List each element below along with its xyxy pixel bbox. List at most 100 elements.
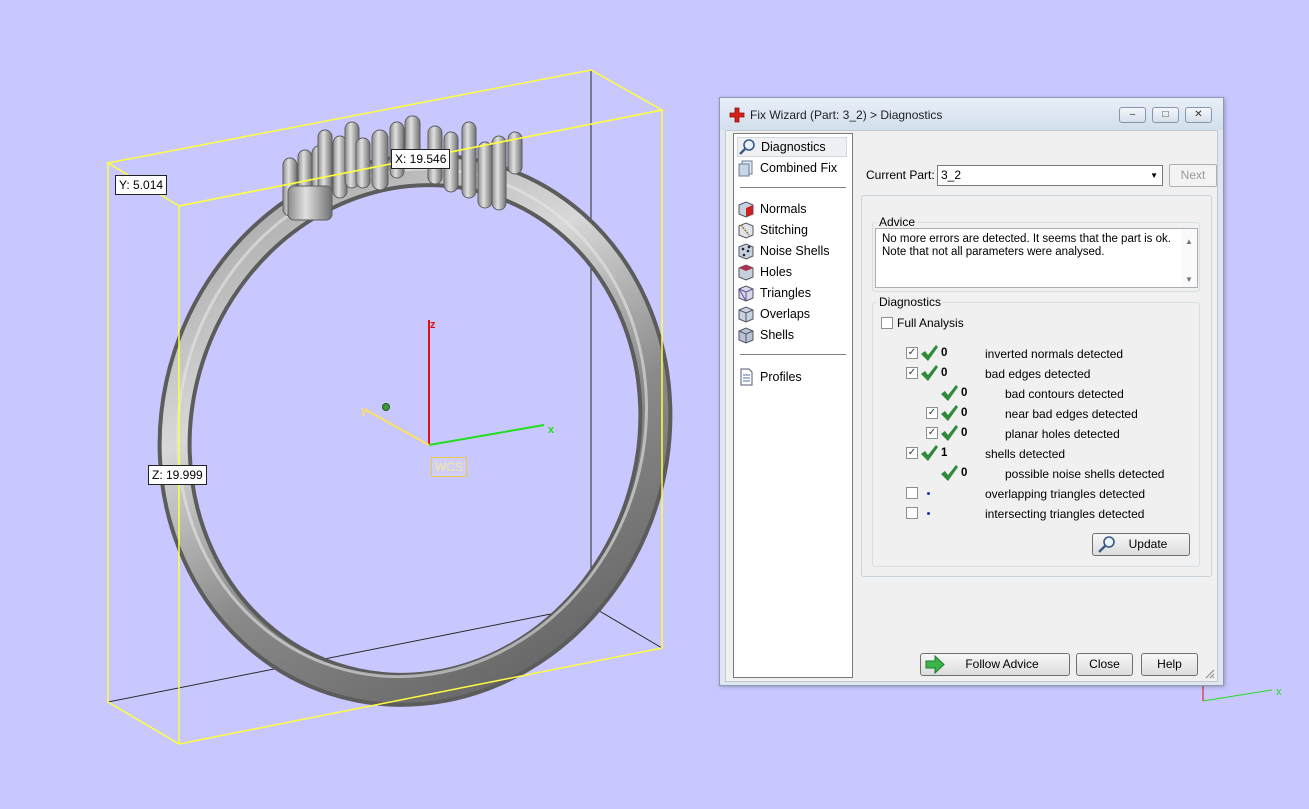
advice-group-title: Advice	[877, 215, 918, 229]
magnifier-icon	[739, 139, 755, 155]
diagnostic-row-checkbox[interactable]: ✓	[926, 427, 938, 439]
current-part-dropdown[interactable]: 3_2 ▼	[937, 165, 1163, 186]
close-button[interactable]: Close	[1076, 653, 1133, 676]
full-analysis-label: Full Analysis	[897, 316, 964, 330]
nav-item-noise-shells[interactable]: Noise Shells	[737, 241, 847, 261]
pending-dot-icon	[927, 512, 930, 515]
diagnostic-row-label: intersecting triangles detected	[985, 507, 1145, 521]
wcs-origin-marker	[382, 403, 390, 411]
nav-item-label: Combined Fix	[760, 161, 838, 175]
noise-shells-icon	[738, 243, 754, 260]
diagnostic-row-label: shells detected	[985, 447, 1066, 461]
next-button[interactable]: Next	[1169, 164, 1217, 187]
update-button[interactable]: Update	[1092, 533, 1190, 556]
nav-item-label: Stitching	[760, 223, 808, 237]
diagnostic-row-checkbox[interactable]: ✓	[906, 447, 918, 459]
follow-advice-button[interactable]: Follow Advice	[920, 653, 1070, 676]
advice-line-1: No more errors are detected. It seems th…	[882, 233, 1171, 245]
magnifier-icon	[1098, 536, 1115, 553]
diagnostic-row-label: bad edges detected	[985, 367, 1091, 381]
stitching-icon	[738, 222, 754, 239]
scroll-up-icon[interactable]: ▲	[1185, 235, 1193, 248]
diagnostic-row-label: near bad edges detected	[1005, 407, 1138, 421]
mini-axis-triad	[1202, 686, 1273, 702]
maximize-button[interactable]: □	[1152, 107, 1179, 123]
nav-item-label: Normals	[760, 202, 807, 216]
dialog-titlebar[interactable]: Fix Wizard (Part: 3_2) > Diagnostics – □…	[720, 98, 1223, 130]
current-part-value: 3_2	[941, 168, 962, 182]
x-axis-label: x	[548, 424, 555, 436]
nav-item-combined-fix[interactable]: Combined Fix	[737, 158, 847, 178]
nav-separator	[740, 187, 846, 188]
nav-item-diagnostics[interactable]: Diagnostics	[737, 137, 847, 157]
nav-item-profiles[interactable]: Profiles	[737, 367, 847, 387]
wcs-triad	[365, 320, 545, 446]
green-check-icon	[941, 425, 958, 441]
diagnostic-row-label: inverted normals detected	[985, 347, 1124, 361]
nav-item-label: Holes	[760, 265, 792, 279]
green-check-icon	[921, 365, 938, 381]
combined-fix-icon	[738, 160, 753, 177]
close-window-button[interactable]: ✕	[1185, 107, 1212, 123]
ring-model[interactable]	[108, 107, 723, 752]
mini-x-axis-label: x	[1276, 686, 1282, 698]
diagnostic-row-count: 0	[961, 387, 968, 399]
diagnostic-row-count: 1	[941, 447, 948, 459]
x-axis-line	[428, 424, 545, 446]
fix-wizard-dialog: Fix Wizard (Part: 3_2) > Diagnostics – □…	[719, 97, 1224, 686]
minimize-button[interactable]: –	[1119, 107, 1146, 123]
normals-icon	[738, 201, 754, 218]
green-check-icon	[941, 465, 958, 481]
nav-item-triangles[interactable]: Triangles	[737, 283, 847, 303]
diagnostic-row-count: 0	[941, 367, 948, 379]
diagnostic-row-count: 0	[961, 427, 968, 439]
overlaps-icon	[738, 306, 754, 323]
diagnostic-row-checkbox[interactable]: ✓	[906, 367, 918, 379]
full-analysis-checkbox[interactable]	[881, 317, 893, 329]
diagnostics-group-title: Diagnostics	[877, 295, 944, 309]
diagnostic-row-count: 0	[961, 407, 968, 419]
shells-icon	[738, 327, 754, 344]
green-check-icon	[941, 385, 958, 401]
resize-grip-icon[interactable]	[1203, 667, 1215, 679]
green-check-icon	[941, 405, 958, 421]
diagnostic-row-checkbox[interactable]: ✓	[926, 407, 938, 419]
advice-scrollbar[interactable]: ▲ ▼	[1182, 229, 1197, 287]
wcs-label: WCS	[431, 457, 467, 477]
diagnostic-row-count: 0	[941, 347, 948, 359]
diagnostic-row-count: 0	[961, 467, 968, 479]
advice-line-2: Note that not all parameters were analys…	[882, 246, 1105, 258]
y-axis-label: y	[361, 405, 368, 417]
y-axis-line	[365, 409, 430, 446]
nav-item-label: Noise Shells	[760, 244, 830, 258]
nav-item-label: Overlaps	[760, 307, 811, 321]
triangles-icon	[738, 285, 754, 302]
dialog-body: Diagnostics Combined Fix Normals Stitchi…	[725, 130, 1218, 682]
green-check-icon	[921, 345, 938, 361]
fix-wizard-cross-icon	[729, 107, 745, 123]
chevron-down-icon: ▼	[1150, 171, 1158, 180]
diagnostic-row-label: possible noise shells detected	[1005, 467, 1165, 481]
nav-item-stitching[interactable]: Stitching	[737, 220, 847, 240]
scroll-down-icon[interactable]: ▼	[1185, 273, 1193, 286]
x-dimension-label: X: 19.546	[391, 149, 451, 169]
nav-item-shells[interactable]: Shells	[737, 325, 847, 345]
diagnostic-row-label: planar holes detected	[1005, 427, 1120, 441]
nav-item-normals[interactable]: Normals	[737, 199, 847, 219]
nav-item-overlaps[interactable]: Overlaps	[737, 304, 847, 324]
diagnostic-row-checkbox[interactable]	[906, 487, 918, 499]
z-dimension-label: Z: 19.999	[148, 465, 207, 485]
diagnostic-row-checkbox[interactable]	[906, 507, 918, 519]
holes-icon	[738, 264, 754, 281]
help-button[interactable]: Help	[1141, 653, 1198, 676]
nav-item-label: Profiles	[760, 370, 802, 384]
diagnostic-row-checkbox[interactable]: ✓	[906, 347, 918, 359]
nav-item-label: Shells	[760, 328, 795, 342]
nav-separator	[740, 354, 846, 355]
current-part-label: Current Part:	[866, 168, 935, 182]
y-dimension-label: Y: 5.014	[115, 175, 168, 195]
advice-text-box[interactable]: No more errors are detected. It seems th…	[875, 228, 1198, 288]
nav-item-holes[interactable]: Holes	[737, 262, 847, 282]
z-axis-label: z	[430, 319, 436, 331]
pending-dot-icon	[927, 492, 930, 495]
